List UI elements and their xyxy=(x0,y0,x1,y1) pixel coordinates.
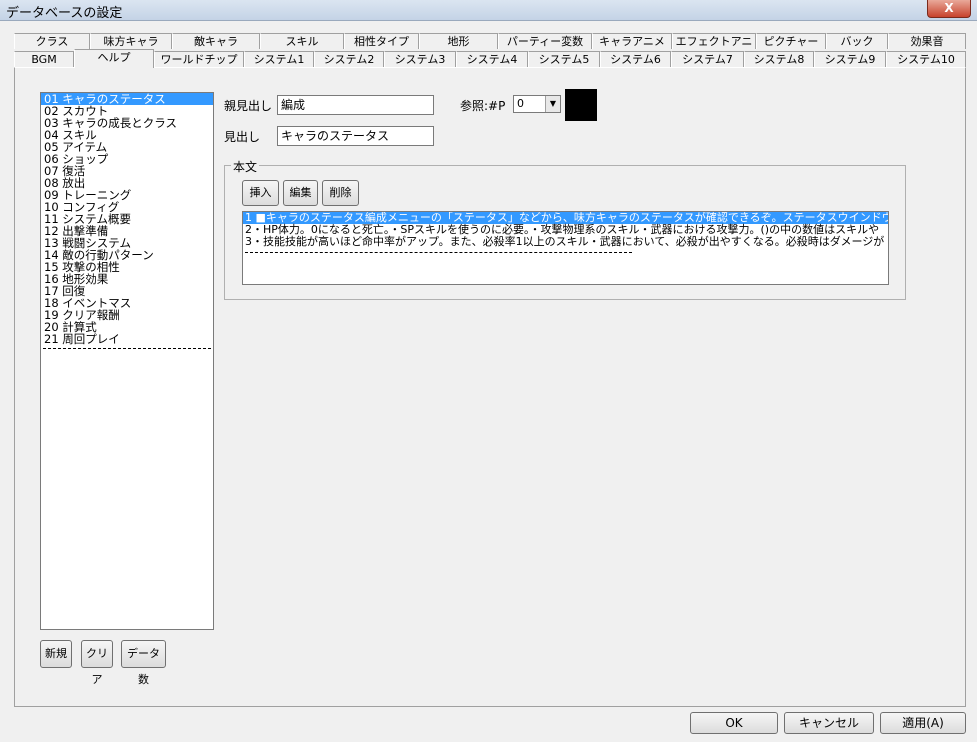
tab-4[interactable]: システム1 xyxy=(244,51,314,67)
window-title: データベースの設定 xyxy=(6,6,123,21)
heading-label: 見出し xyxy=(224,130,261,144)
tab-5[interactable]: システム2 xyxy=(314,51,384,67)
help-list[interactable]: 01 キャラのステータス 02 スカウト 03 キャラの成長とクラス 04 スキル 05… xyxy=(40,92,214,630)
tab-4[interactable]: スキル xyxy=(260,33,344,49)
apply-button[interactable]: 適用(A) xyxy=(880,712,966,734)
insert-button[interactable]: 挿入 xyxy=(242,180,279,206)
body-row[interactable]: 3・技能技能が高いほど命中率がアップ。また、必殺率1以上のスキル・武器において、… xyxy=(243,236,888,248)
new-button[interactable]: 新規 xyxy=(40,640,72,668)
ref-select[interactable]: 0 ▼ xyxy=(513,95,561,113)
close-button[interactable]: X xyxy=(927,0,971,18)
data-count-button[interactable]: データ数 xyxy=(121,640,166,686)
tab-3[interactable]: ワールドチップ xyxy=(154,51,244,67)
tab-11[interactable]: バック xyxy=(826,33,888,49)
delete-button[interactable]: 削除 xyxy=(322,180,359,206)
tab-11[interactable]: システム8 xyxy=(744,51,814,67)
footer-bar: OK キャンセル 適用(A) xyxy=(0,707,977,742)
parent-heading-input[interactable]: 編成 xyxy=(277,95,434,115)
tab-3[interactable]: 敵キャラ xyxy=(172,33,260,49)
chevron-down-icon[interactable]: ▼ xyxy=(545,96,560,112)
color-swatch[interactable] xyxy=(565,89,597,121)
tab-9[interactable]: エフェクトアニメ xyxy=(672,33,756,64)
ref-label: 参照:#P xyxy=(460,99,506,113)
body-group-label: 本文 xyxy=(231,158,260,175)
tab-12[interactable]: 効果音 xyxy=(888,33,966,49)
tab-13[interactable]: システム10 xyxy=(886,51,966,67)
cancel-button[interactable]: キャンセル xyxy=(784,712,874,734)
clear-button[interactable]: クリア xyxy=(81,640,113,686)
tab-6[interactable]: システム3 xyxy=(384,51,456,67)
tab-10[interactable]: システム7 xyxy=(671,51,744,67)
tab-8[interactable]: キャラアニメ xyxy=(592,33,672,49)
tab-5[interactable]: 相性タイプ xyxy=(344,33,419,49)
tab-1[interactable]: BGM xyxy=(14,51,74,67)
list-item[interactable]: 21 周回プレイ xyxy=(41,333,213,345)
tab-7[interactable]: パーティー変数 xyxy=(498,33,592,49)
heading-input[interactable]: キャラのステータス xyxy=(277,126,434,146)
tab-7[interactable]: システム4 xyxy=(456,51,528,67)
tab-9[interactable]: システム6 xyxy=(600,51,671,67)
parent-heading-label: 親見出し xyxy=(224,99,273,113)
title-bar: データベースの設定 X xyxy=(0,0,977,21)
body-text-list[interactable]: 1 ■キャラのステータス編成メニューの「ステータス」などから、味方キャラのステー… xyxy=(242,211,889,285)
tab-8[interactable]: システム5 xyxy=(528,51,600,67)
tab-2[interactable]: 味方キャラ xyxy=(90,33,172,49)
tab-1[interactable]: クラス xyxy=(14,33,90,49)
tab-12[interactable]: システム9 xyxy=(814,51,886,67)
body-end-separator xyxy=(245,252,632,253)
edit-button[interactable]: 編集 xyxy=(283,180,318,206)
ok-button[interactable]: OK xyxy=(690,712,778,734)
tab-2[interactable]: ヘルプ xyxy=(74,49,154,68)
ref-select-value: 0 xyxy=(517,97,524,110)
list-separator xyxy=(43,348,211,349)
tab-6[interactable]: 地形 xyxy=(419,33,498,49)
tab-10[interactable]: ピクチャー xyxy=(756,33,826,49)
